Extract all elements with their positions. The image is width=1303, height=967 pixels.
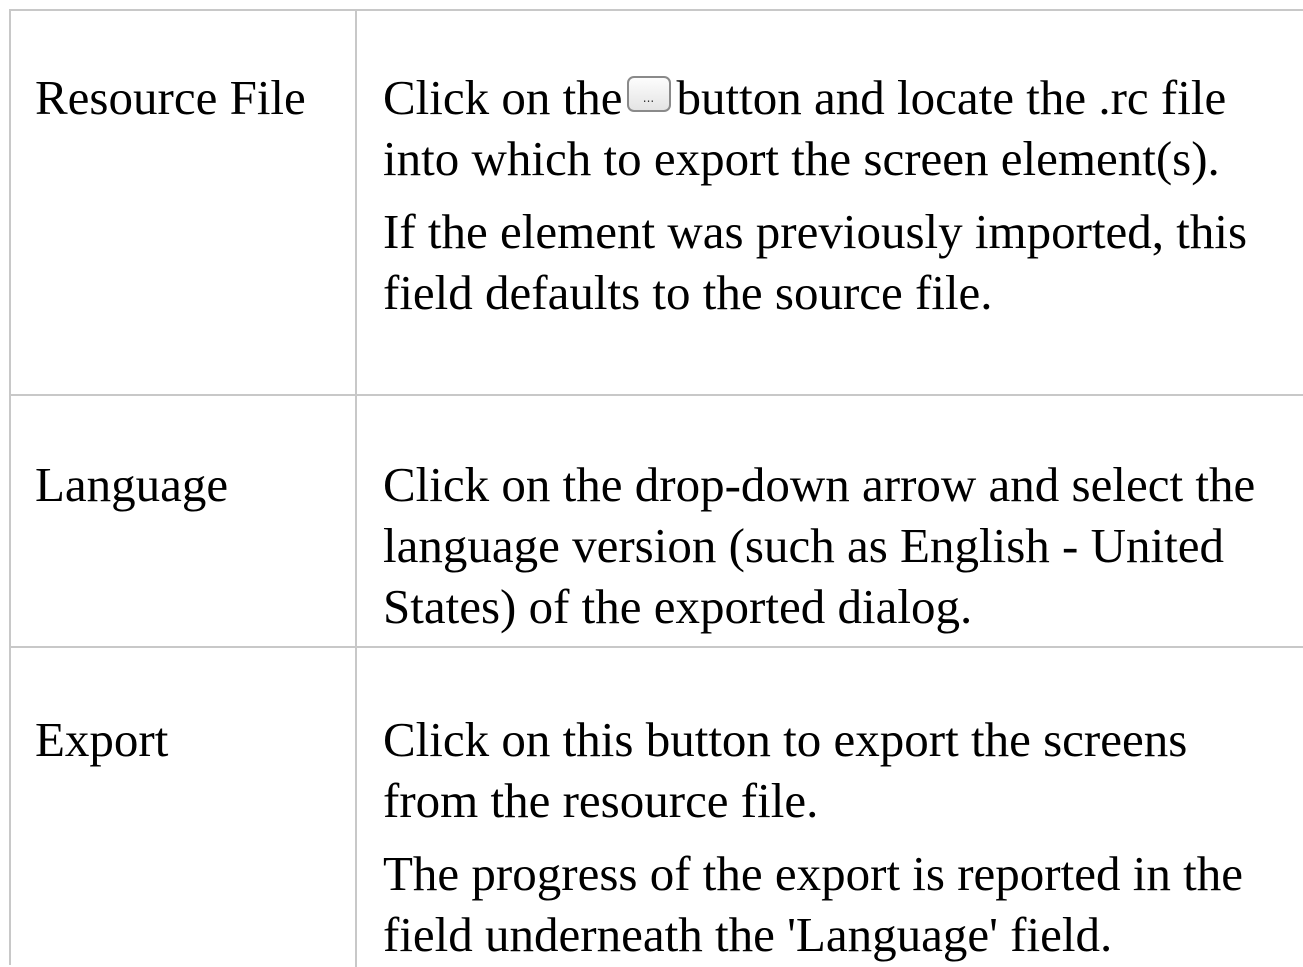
table-row-language: Language Click on the drop-down arrow an… xyxy=(11,396,1303,648)
column-divider xyxy=(355,396,357,646)
field-description-resource-file: Click on the... button and locate the .rc… xyxy=(383,67,1283,323)
ellipsis-button-icon: ... xyxy=(626,76,671,112)
description-paragraph: Click on this button to export the scree… xyxy=(383,712,1188,828)
description-paragraph: Click on the drop-down arrow and select … xyxy=(383,457,1256,634)
field-description-export: Click on this button to export the scree… xyxy=(383,709,1283,965)
description-paragraph: If the element was previously imported, … xyxy=(383,204,1248,320)
description-text: Click on the xyxy=(383,70,623,125)
field-description-language: Click on the drop-down arrow and select … xyxy=(383,454,1283,637)
field-name-export: Export xyxy=(35,712,169,767)
fields-table: Resource File Click on the... button and … xyxy=(9,9,1303,967)
column-divider xyxy=(355,11,357,394)
field-name-resource-file: Resource File xyxy=(35,70,306,125)
field-name-language: Language xyxy=(35,457,229,512)
description-paragraph: The progress of the export is reported i… xyxy=(383,846,1243,962)
ellipsis-glyph: ... xyxy=(642,91,655,105)
description-paragraph: Click on the... button and locate the .rc… xyxy=(383,67,1283,189)
table-row-resource-file: Resource File Click on the... button and … xyxy=(11,11,1303,396)
table-row-export: Export Click on this button to export th… xyxy=(11,648,1303,967)
column-divider xyxy=(355,648,357,967)
